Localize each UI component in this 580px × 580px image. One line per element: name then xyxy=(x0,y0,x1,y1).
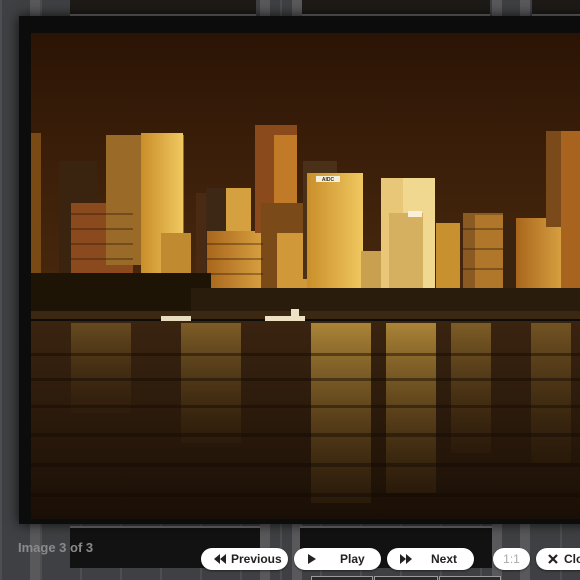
zoom-button[interactable]: 1:1 xyxy=(493,548,530,570)
close-button[interactable]: Clo xyxy=(536,548,580,570)
bottom-tab[interactable] xyxy=(311,576,373,580)
lightbox-image[interactable]: AIDC xyxy=(31,33,580,519)
close-x-icon xyxy=(548,553,560,565)
bottom-tab[interactable] xyxy=(439,576,501,580)
next-label: Next xyxy=(431,552,458,566)
next-button[interactable]: Next xyxy=(387,548,474,570)
previous-button[interactable]: Previous xyxy=(201,548,288,570)
play-label: Play xyxy=(340,552,365,566)
image-counter: Image 3 of 3 xyxy=(18,540,94,555)
play-button[interactable]: Play xyxy=(294,548,381,570)
svg-text:AIDC: AIDC xyxy=(322,177,335,183)
fast-forward-icon xyxy=(399,553,415,565)
close-label: Clo xyxy=(564,552,580,566)
bottom-tab[interactable] xyxy=(374,576,438,580)
background-thumbnail[interactable] xyxy=(302,0,490,16)
play-icon xyxy=(306,553,322,565)
previous-label: Previous xyxy=(231,552,282,566)
zoom-label: 1:1 xyxy=(503,552,520,566)
background-thumbnail[interactable] xyxy=(70,0,256,16)
lightbox-frame: AIDC xyxy=(19,16,580,524)
background-thumbnail[interactable] xyxy=(532,0,580,16)
rewind-icon xyxy=(213,553,229,565)
lightbox-stage: AIDC Image 3 of 3 Previous Play Next 1:1… xyxy=(0,0,580,580)
